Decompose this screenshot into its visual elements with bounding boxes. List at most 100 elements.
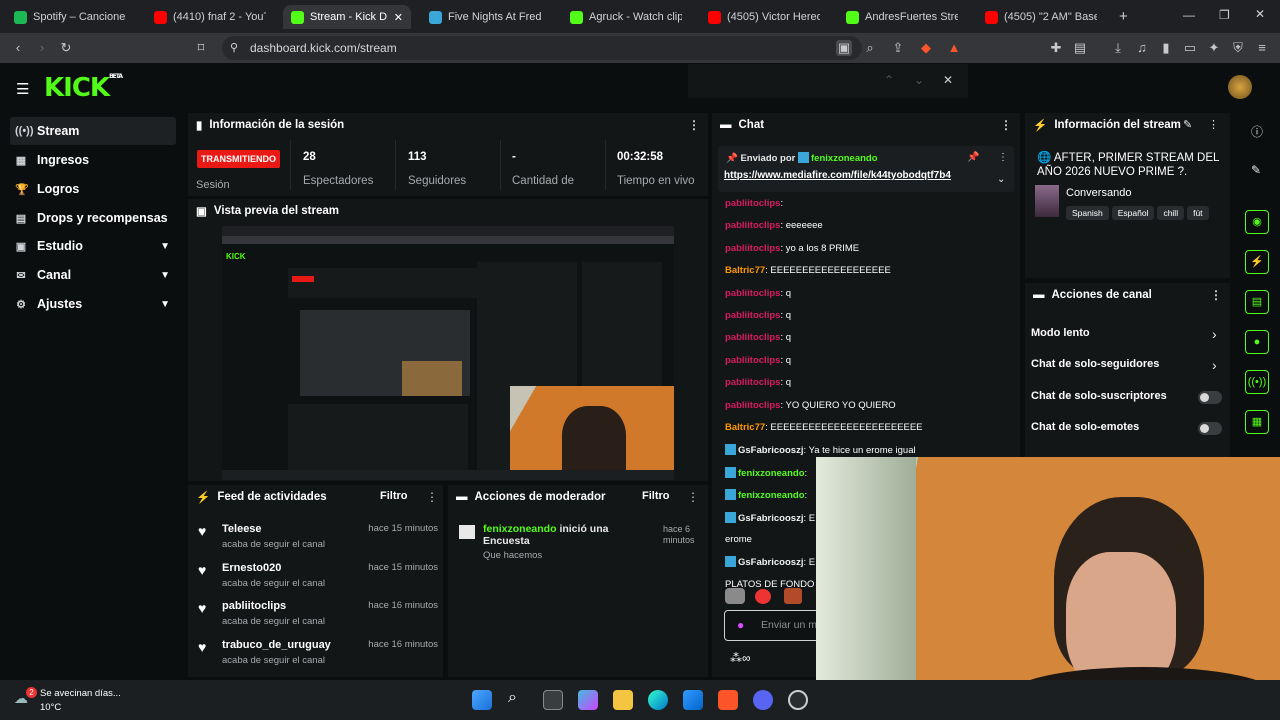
- layout-icon[interactable]: ▦: [1245, 410, 1269, 434]
- moderator-more-icon[interactable]: ⋮: [687, 490, 699, 504]
- store-icon[interactable]: [683, 690, 703, 710]
- browser-tab[interactable]: Stream - Kick D ✕: [283, 5, 411, 29]
- microphone-icon[interactable]: ●: [737, 618, 744, 632]
- chat-username[interactable]: pabliitoclips: [725, 400, 780, 411]
- bookmark-icon[interactable]: ⌑: [193, 40, 209, 56]
- toggle-switch[interactable]: [1198, 391, 1222, 404]
- chat-username[interactable]: pabliitoclips: [725, 355, 780, 366]
- chevron-down-icon[interactable]: ▼: [160, 270, 170, 281]
- chevron-right-icon[interactable]: ›: [1212, 357, 1217, 373]
- chat-username[interactable]: pabliitoclips: [725, 310, 780, 321]
- file-explorer-icon[interactable]: [613, 690, 633, 710]
- chat-more-icon[interactable]: ⋮: [1000, 118, 1012, 132]
- pinned-expand-icon[interactable]: ⌄: [997, 174, 1005, 185]
- wallet-icon[interactable]: ▭: [1182, 40, 1198, 56]
- address-bar[interactable]: ⚲ dashboard.kick.com/stream: [222, 36, 862, 60]
- chat-message[interactable]: erome: [725, 534, 752, 545]
- chat-username[interactable]: fenixzoneando: [738, 468, 805, 479]
- chat-input[interactable]: ● Enviar un m: [724, 610, 824, 641]
- chat-message[interactable]: Baltric77: EEEEEEEEEEEEEEEEEEEEEEEE: [725, 422, 923, 433]
- edge-icon[interactable]: [648, 690, 668, 710]
- minimize-icon[interactable]: —: [1183, 8, 1195, 22]
- pinned-link[interactable]: https://www.mediafire.com/file/k44tyobod…: [724, 170, 951, 181]
- feed-more-icon[interactable]: ⋮: [426, 490, 438, 504]
- chat-message[interactable]: Baltric77: EEEEEEEEEEEEEEEEEEE: [725, 265, 891, 276]
- pinned-more-icon[interactable]: ⋮: [998, 152, 1008, 163]
- chat-message[interactable]: pabliitoclips: q: [725, 377, 791, 388]
- stream-tag[interactable]: Español: [1111, 206, 1155, 220]
- menu-icon[interactable]: ≡: [1254, 40, 1270, 56]
- chat-username[interactable]: pabliitoclips: [725, 198, 780, 209]
- obs-icon[interactable]: [788, 690, 808, 710]
- stream-tag[interactable]: chill: [1157, 206, 1185, 220]
- find-next-icon[interactable]: ⌄: [914, 73, 924, 87]
- discord-icon[interactable]: [753, 690, 773, 710]
- feed-item[interactable]: ♥ Ernesto020 acaba de seguir el canal hace …: [188, 562, 438, 598]
- chat-username[interactable]: GsFabricooszj: [738, 513, 803, 524]
- channel-action-item[interactable]: Chat de solo-emotes: [1031, 421, 1139, 433]
- chat-message[interactable]: pabliitoclips: YO QUIERO YO QUIERO: [725, 400, 896, 411]
- close-window-icon[interactable]: ✕: [1255, 7, 1265, 21]
- moderator-filter-button[interactable]: Filtro: [642, 490, 670, 502]
- chat-bubble-icon[interactable]: ●: [1245, 330, 1269, 354]
- reload-icon[interactable]: ↻: [58, 40, 74, 56]
- chat-username[interactable]: pabliitoclips: [725, 243, 780, 254]
- sidebar-toggle-icon[interactable]: ▮: [1158, 40, 1174, 56]
- close-tab-icon[interactable]: ✕: [394, 11, 403, 24]
- chat-username[interactable]: GsFabricooszj: [738, 445, 803, 456]
- start-icon[interactable]: [472, 690, 492, 710]
- brave-icon[interactable]: [718, 690, 738, 710]
- chat-message[interactable]: pabliitoclips: q: [725, 355, 791, 366]
- kick-logo[interactable]: KICKBETA: [44, 73, 123, 103]
- channel-action-item[interactable]: Modo lento: [1031, 327, 1090, 339]
- feed-user[interactable]: trabuco_de_uruguay: [222, 639, 331, 651]
- chat-message[interactable]: GsFabricooszj: E: [725, 556, 815, 568]
- chat-username[interactable]: pabliitoclips: [725, 220, 780, 231]
- sidebar-item-ingresos[interactable]: ▦ Ingresos: [10, 146, 176, 174]
- find-close-icon[interactable]: ✕: [943, 73, 953, 87]
- emote-icon[interactable]: [755, 589, 771, 604]
- feed-user[interactable]: Ernesto020: [222, 562, 281, 574]
- feed-item[interactable]: ♥ pabliitoclips acaba de seguir el canal ha…: [188, 600, 438, 636]
- chat-username[interactable]: pabliitoclips: [725, 377, 780, 388]
- stream-info-more-icon[interactable]: ⋮: [1208, 118, 1219, 131]
- hamburger-icon[interactable]: ☰: [16, 80, 29, 98]
- reader-icon[interactable]: ▤: [1072, 40, 1088, 56]
- camera-icon[interactable]: ◉: [1245, 210, 1269, 234]
- maximize-icon[interactable]: ❐: [1219, 8, 1230, 22]
- info-icon[interactable]: ⓘ: [1251, 123, 1263, 140]
- channel-action-item[interactable]: Chat de solo-seguidores: [1031, 358, 1159, 370]
- search-icon[interactable]: ⌕: [508, 689, 517, 707]
- note-icon[interactable]: ▤: [1245, 290, 1269, 314]
- back-icon[interactable]: ‹: [10, 40, 26, 56]
- chat-username[interactable]: pabliitoclips: [725, 332, 780, 343]
- extensions-icon[interactable]: ✚: [1048, 40, 1064, 56]
- feed-user[interactable]: Teleese: [222, 523, 262, 535]
- chevron-down-icon[interactable]: ▼: [160, 299, 170, 310]
- feed-filter-button[interactable]: Filtro: [380, 490, 408, 502]
- sidebar-item-ajustes[interactable]: ⚙ Ajustes ▼: [10, 290, 176, 318]
- chat-message[interactable]: GsFabricooszj: Ya te hice un erome igual: [725, 444, 916, 456]
- feed-user[interactable]: pabliitoclips: [222, 600, 286, 612]
- emote-icon[interactable]: [725, 588, 745, 604]
- chat-message[interactable]: pabliitoclips: q: [725, 288, 791, 299]
- brave-rewards-icon[interactable]: ▲: [946, 40, 962, 56]
- media-icon[interactable]: ♫: [1134, 40, 1150, 56]
- weather-text[interactable]: Se avecinan días...: [40, 688, 121, 699]
- copilot-icon[interactable]: [578, 690, 598, 710]
- sidebar-item-stream[interactable]: ((•)) Stream: [10, 117, 176, 145]
- chat-message[interactable]: pabliitoclips: q: [725, 332, 791, 343]
- chat-message[interactable]: fenixzoneando:: [725, 466, 807, 479]
- avatar[interactable]: [1228, 75, 1252, 99]
- forward-icon[interactable]: ›: [34, 40, 50, 56]
- chat-username[interactable]: pabliitoclips: [725, 288, 780, 299]
- brave-shield-icon[interactable]: ◆: [918, 40, 934, 56]
- channel-action-item[interactable]: Chat de solo-suscriptores: [1031, 390, 1167, 402]
- category-name[interactable]: Conversando: [1066, 187, 1131, 199]
- chat-message[interactable]: pabliitoclips:: [725, 198, 783, 209]
- browser-tab[interactable]: AndresFuertes Stream: [838, 5, 966, 29]
- chat-username[interactable]: GsFabricooszj: [738, 557, 803, 568]
- weather-temp[interactable]: 10°C: [40, 702, 61, 713]
- chat-message[interactable]: fenixzoneando:: [725, 489, 807, 501]
- stream-preview-video[interactable]: KICK: [222, 226, 674, 480]
